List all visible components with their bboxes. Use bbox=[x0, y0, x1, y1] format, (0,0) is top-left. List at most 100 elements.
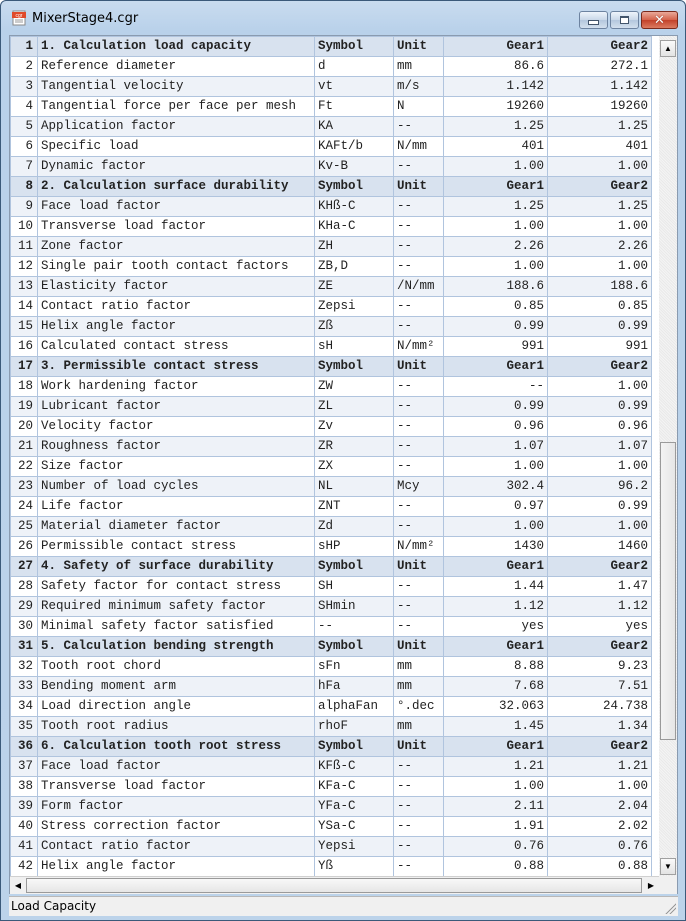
row-number-cell[interactable]: 38 bbox=[10, 776, 38, 797]
symbol-cell[interactable]: ZH bbox=[314, 236, 394, 257]
gear1-cell[interactable]: 1.44 bbox=[443, 576, 548, 597]
gear1-cell[interactable]: 0.97 bbox=[443, 496, 548, 517]
table-row[interactable]: 41 Contact ratio factor Yepsi -- 0.76 0.76 bbox=[10, 836, 652, 857]
symbol-cell[interactable]: ZW bbox=[314, 376, 394, 397]
unit-cell[interactable]: N bbox=[393, 96, 444, 117]
gear1-cell[interactable]: 7.68 bbox=[443, 676, 548, 697]
symbol-cell[interactable]: sFn bbox=[314, 656, 394, 677]
symbol-cell[interactable]: ZE bbox=[314, 276, 394, 297]
row-number-cell[interactable]: 20 bbox=[10, 416, 38, 437]
symbol-cell[interactable]: Symbol bbox=[314, 556, 394, 577]
description-cell[interactable]: Form factor bbox=[37, 796, 315, 817]
gear1-cell[interactable]: 0.88 bbox=[443, 856, 548, 876]
unit-cell[interactable]: m/s bbox=[393, 76, 444, 97]
row-number-cell[interactable]: 25 bbox=[10, 516, 38, 537]
unit-cell[interactable]: -- bbox=[393, 216, 444, 237]
symbol-cell[interactable]: KFß-C bbox=[314, 756, 394, 777]
gear1-cell[interactable]: 1.00 bbox=[443, 456, 548, 477]
row-number-cell[interactable]: 6 bbox=[10, 136, 38, 157]
row-number-cell[interactable]: 1 bbox=[10, 36, 38, 57]
gear2-cell[interactable]: 19260 bbox=[547, 96, 652, 117]
gear2-cell[interactable]: 0.85 bbox=[547, 296, 652, 317]
symbol-cell[interactable]: ZNT bbox=[314, 496, 394, 517]
gear1-cell[interactable]: 1.91 bbox=[443, 816, 548, 837]
description-cell[interactable]: Material diameter factor bbox=[37, 516, 315, 537]
section-header-row[interactable]: 17 3. Permissible contact stress Symbol Uni… bbox=[10, 356, 652, 377]
gear1-cell[interactable]: yes bbox=[443, 616, 548, 637]
table-row[interactable]: 6 Specific load KAFt/b N/mm 401 401 bbox=[10, 136, 652, 157]
gear1-cell[interactable]: -- bbox=[443, 376, 548, 397]
table-row[interactable]: 3 Tangential velocity vt m/s 1.142 1.142 bbox=[10, 76, 652, 97]
description-cell[interactable]: Permissible contact stress bbox=[37, 536, 315, 557]
row-number-cell[interactable]: 29 bbox=[10, 596, 38, 617]
table-row[interactable]: 5 Application factor KA -- 1.25 1.25 bbox=[10, 116, 652, 137]
gear2-cell[interactable]: Gear2 bbox=[547, 356, 652, 377]
symbol-cell[interactable]: SH bbox=[314, 576, 394, 597]
gear2-cell[interactable]: 0.96 bbox=[547, 416, 652, 437]
gear2-cell[interactable]: 24.738 bbox=[547, 696, 652, 717]
unit-cell[interactable]: -- bbox=[393, 776, 444, 797]
row-number-cell[interactable]: 11 bbox=[10, 236, 38, 257]
row-number-cell[interactable]: 24 bbox=[10, 496, 38, 517]
symbol-cell[interactable]: Ft bbox=[314, 96, 394, 117]
row-number-cell[interactable]: 32 bbox=[10, 656, 38, 677]
row-number-cell[interactable]: 7 bbox=[10, 156, 38, 177]
description-cell[interactable]: Specific load bbox=[37, 136, 315, 157]
description-cell[interactable]: Calculated contact stress bbox=[37, 336, 315, 357]
description-cell[interactable]: Transverse load factor bbox=[37, 216, 315, 237]
description-cell[interactable]: Helix angle factor bbox=[37, 316, 315, 337]
row-number-cell[interactable]: 42 bbox=[10, 856, 38, 876]
symbol-cell[interactable]: Yß bbox=[314, 856, 394, 876]
row-number-cell[interactable]: 37 bbox=[10, 756, 38, 777]
description-cell[interactable]: Required minimum safety factor bbox=[37, 596, 315, 617]
gear2-cell[interactable]: Gear2 bbox=[547, 736, 652, 757]
table-row[interactable]: 16 Calculated contact stress sH N/mm² 991 991 bbox=[10, 336, 652, 357]
gear2-cell[interactable]: 96.2 bbox=[547, 476, 652, 497]
table-row[interactable]: 35 Tooth root radius rhoF mm 1.45 1.34 bbox=[10, 716, 652, 737]
gear2-cell[interactable]: 1.25 bbox=[547, 196, 652, 217]
row-number-cell[interactable]: 15 bbox=[10, 316, 38, 337]
symbol-cell[interactable]: KAFt/b bbox=[314, 136, 394, 157]
unit-cell[interactable]: -- bbox=[393, 576, 444, 597]
gear2-cell[interactable]: 1.00 bbox=[547, 216, 652, 237]
table-row[interactable]: 29 Required minimum safety factor SHmin -- 1… bbox=[10, 596, 652, 617]
gear1-cell[interactable]: Gear1 bbox=[443, 556, 548, 577]
gear1-cell[interactable]: 0.99 bbox=[443, 396, 548, 417]
symbol-cell[interactable]: ZX bbox=[314, 456, 394, 477]
gear1-cell[interactable]: Gear1 bbox=[443, 636, 548, 657]
description-cell[interactable]: 4. Safety of surface durability bbox=[37, 556, 315, 577]
gear2-cell[interactable]: 1.00 bbox=[547, 516, 652, 537]
description-cell[interactable]: 5. Calculation bending strength bbox=[37, 636, 315, 657]
table-row[interactable]: 26 Permissible contact stress sHP N/mm² 1430… bbox=[10, 536, 652, 557]
gear2-cell[interactable]: 1.21 bbox=[547, 756, 652, 777]
row-number-cell[interactable]: 41 bbox=[10, 836, 38, 857]
vertical-scrollbar[interactable]: ▲ ▼ bbox=[659, 36, 677, 876]
table-row[interactable]: 23 Number of load cycles NL Mcy 302.4 96.2 bbox=[10, 476, 652, 497]
horizontal-scrollbar[interactable]: ◀ ▶ bbox=[10, 876, 659, 894]
unit-cell[interactable]: Mcy bbox=[393, 476, 444, 497]
symbol-cell[interactable]: Zepsi bbox=[314, 296, 394, 317]
gear1-cell[interactable]: 1.21 bbox=[443, 756, 548, 777]
row-number-cell[interactable]: 16 bbox=[10, 336, 38, 357]
horizontal-scroll-thumb[interactable] bbox=[26, 878, 642, 893]
table-row[interactable]: 30 Minimal safety factor satisfied -- -- yes… bbox=[10, 616, 652, 637]
gear1-cell[interactable]: Gear1 bbox=[443, 36, 548, 57]
description-cell[interactable]: Tangential velocity bbox=[37, 76, 315, 97]
gear1-cell[interactable]: Gear1 bbox=[443, 176, 548, 197]
row-number-cell[interactable]: 31 bbox=[10, 636, 38, 657]
description-cell[interactable]: Reference diameter bbox=[37, 56, 315, 77]
symbol-cell[interactable]: Zß bbox=[314, 316, 394, 337]
gear1-cell[interactable]: 302.4 bbox=[443, 476, 548, 497]
gear2-cell[interactable]: 1.00 bbox=[547, 256, 652, 277]
symbol-cell[interactable]: KHa-C bbox=[314, 216, 394, 237]
gear2-cell[interactable]: 1.00 bbox=[547, 776, 652, 797]
unit-cell[interactable]: -- bbox=[393, 816, 444, 837]
row-number-cell[interactable]: 21 bbox=[10, 436, 38, 457]
table-row[interactable]: 38 Transverse load factor KFa-C -- 1.00 1.00 bbox=[10, 776, 652, 797]
symbol-cell[interactable]: sHP bbox=[314, 536, 394, 557]
gear1-cell[interactable]: 19260 bbox=[443, 96, 548, 117]
gear2-cell[interactable]: 9.23 bbox=[547, 656, 652, 677]
row-number-cell[interactable]: 10 bbox=[10, 216, 38, 237]
gear2-cell[interactable]: 1460 bbox=[547, 536, 652, 557]
row-number-cell[interactable]: 36 bbox=[10, 736, 38, 757]
